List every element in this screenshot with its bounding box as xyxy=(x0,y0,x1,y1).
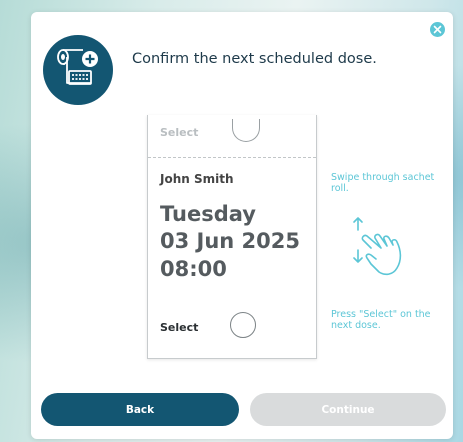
previous-sachet-select-circle[interactable] xyxy=(232,119,260,142)
confirm-dose-dialog: Confirm the next scheduled dose. Select … xyxy=(31,12,453,439)
sachet-select-label: Select xyxy=(160,321,199,334)
swipe-hint: Swipe through sachet roll. xyxy=(331,172,435,194)
patient-name: John Smith xyxy=(160,172,234,186)
perforation-divider xyxy=(148,157,316,158)
sachet-card: Select John Smith Tuesday 03 Jun 2025 08… xyxy=(147,115,317,359)
medication-dispenser-icon xyxy=(43,35,113,105)
select-hint: Press "Select" on the next dose. xyxy=(331,309,431,331)
swipe-hand-icon xyxy=(349,212,429,292)
previous-sachet-select-label: Select xyxy=(160,126,199,139)
dose-time: 08:00 xyxy=(160,257,227,281)
close-icon[interactable] xyxy=(430,22,445,37)
dose-day: Tuesday xyxy=(160,202,256,226)
back-button[interactable]: Back xyxy=(41,393,239,426)
select-dose-radio[interactable] xyxy=(230,312,256,338)
dialog-title: Confirm the next scheduled dose. xyxy=(132,51,377,67)
continue-button[interactable]: Continue xyxy=(250,393,446,426)
dose-date: 03 Jun 2025 xyxy=(160,229,301,253)
